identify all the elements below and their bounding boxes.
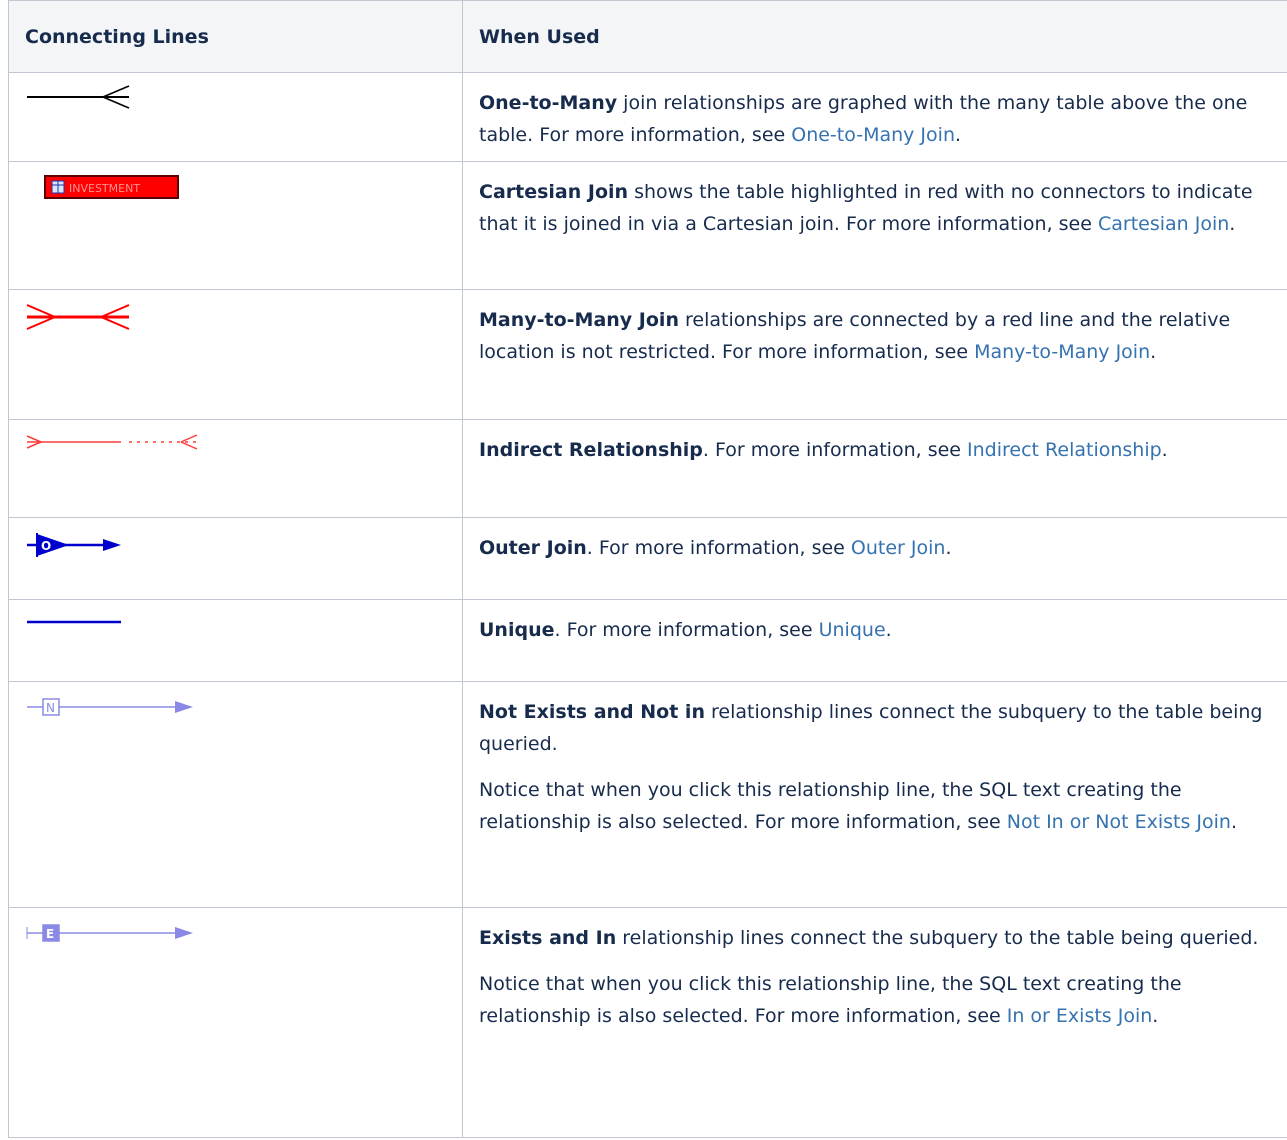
indirect-relationship-link[interactable]: Indirect Relationship — [967, 439, 1162, 461]
header-row: Connecting Lines When Used — [8, 0, 1287, 73]
row-text: . For more information, see — [554, 619, 819, 641]
row-title: Many-to-Many Join — [479, 309, 679, 331]
header-when-used: When Used — [462, 0, 1287, 73]
table-row: E Exists and In relationship lines conne… — [8, 907, 1287, 1138]
not-in-or-not-exists-join-link[interactable]: Not In or Not Exists Join — [1007, 811, 1231, 833]
one-to-many-line-icon — [27, 85, 130, 109]
row-title: Exists and In — [479, 927, 617, 949]
outer-join-link[interactable]: Outer Join — [851, 537, 946, 559]
row-text: . For more information, see — [702, 439, 968, 461]
one-to-many-join-link[interactable]: One-to-Many Join — [791, 124, 955, 146]
table-row: INVESTMENT Cartesian Join shows the tabl… — [8, 161, 1287, 290]
table-row: One-to-Many join relationships are graph… — [8, 72, 1287, 162]
not-exists-label: N — [46, 701, 55, 715]
row-title: One-to-Many — [479, 92, 618, 114]
outer-join-label: O — [41, 539, 51, 553]
table-row: Unique. For more information, see Unique… — [8, 599, 1287, 682]
many-to-many-join-link[interactable]: Many-to-Many Join — [974, 341, 1150, 363]
unique-link[interactable]: Unique — [819, 619, 886, 641]
outer-join-line-icon: O — [27, 533, 121, 557]
row-title: Cartesian Join — [479, 181, 629, 203]
cartesian-table-label: INVESTMENT — [69, 182, 140, 195]
table-row: Indirect Relationship. For more informat… — [8, 419, 1287, 518]
row-title: Indirect Relationship — [479, 439, 703, 461]
row-title: Unique — [479, 619, 555, 641]
row-title: Outer Join — [479, 537, 587, 559]
connecting-lines-table: Connecting Lines When Used One-to-Many j… — [8, 0, 1287, 1138]
many-to-many-line-icon — [26, 304, 130, 330]
indirect-relationship-line-icon — [26, 434, 198, 450]
row-text: relationship lines connect the subquery … — [616, 927, 1259, 949]
exists-label: E — [46, 927, 54, 941]
cartesian-table-icon: INVESTMENT — [44, 175, 179, 199]
not-exists-line-icon: N — [27, 698, 193, 716]
row-title: Not Exists and Not in — [479, 701, 705, 723]
table-row: O Outer Join. For more information, see … — [8, 517, 1287, 600]
exists-line-icon: E — [26, 924, 193, 942]
header-connecting-lines: Connecting Lines — [8, 0, 463, 73]
row-text: . For more information, see — [586, 537, 851, 559]
unique-line-icon — [27, 620, 121, 624]
cartesian-join-link[interactable]: Cartesian Join — [1098, 213, 1229, 235]
table-row: N Not Exists and Not in relationship lin… — [8, 681, 1287, 908]
in-or-exists-join-link[interactable]: In or Exists Join — [1007, 1005, 1153, 1027]
table-row: Many-to-Many Join relationships are conn… — [8, 289, 1287, 420]
